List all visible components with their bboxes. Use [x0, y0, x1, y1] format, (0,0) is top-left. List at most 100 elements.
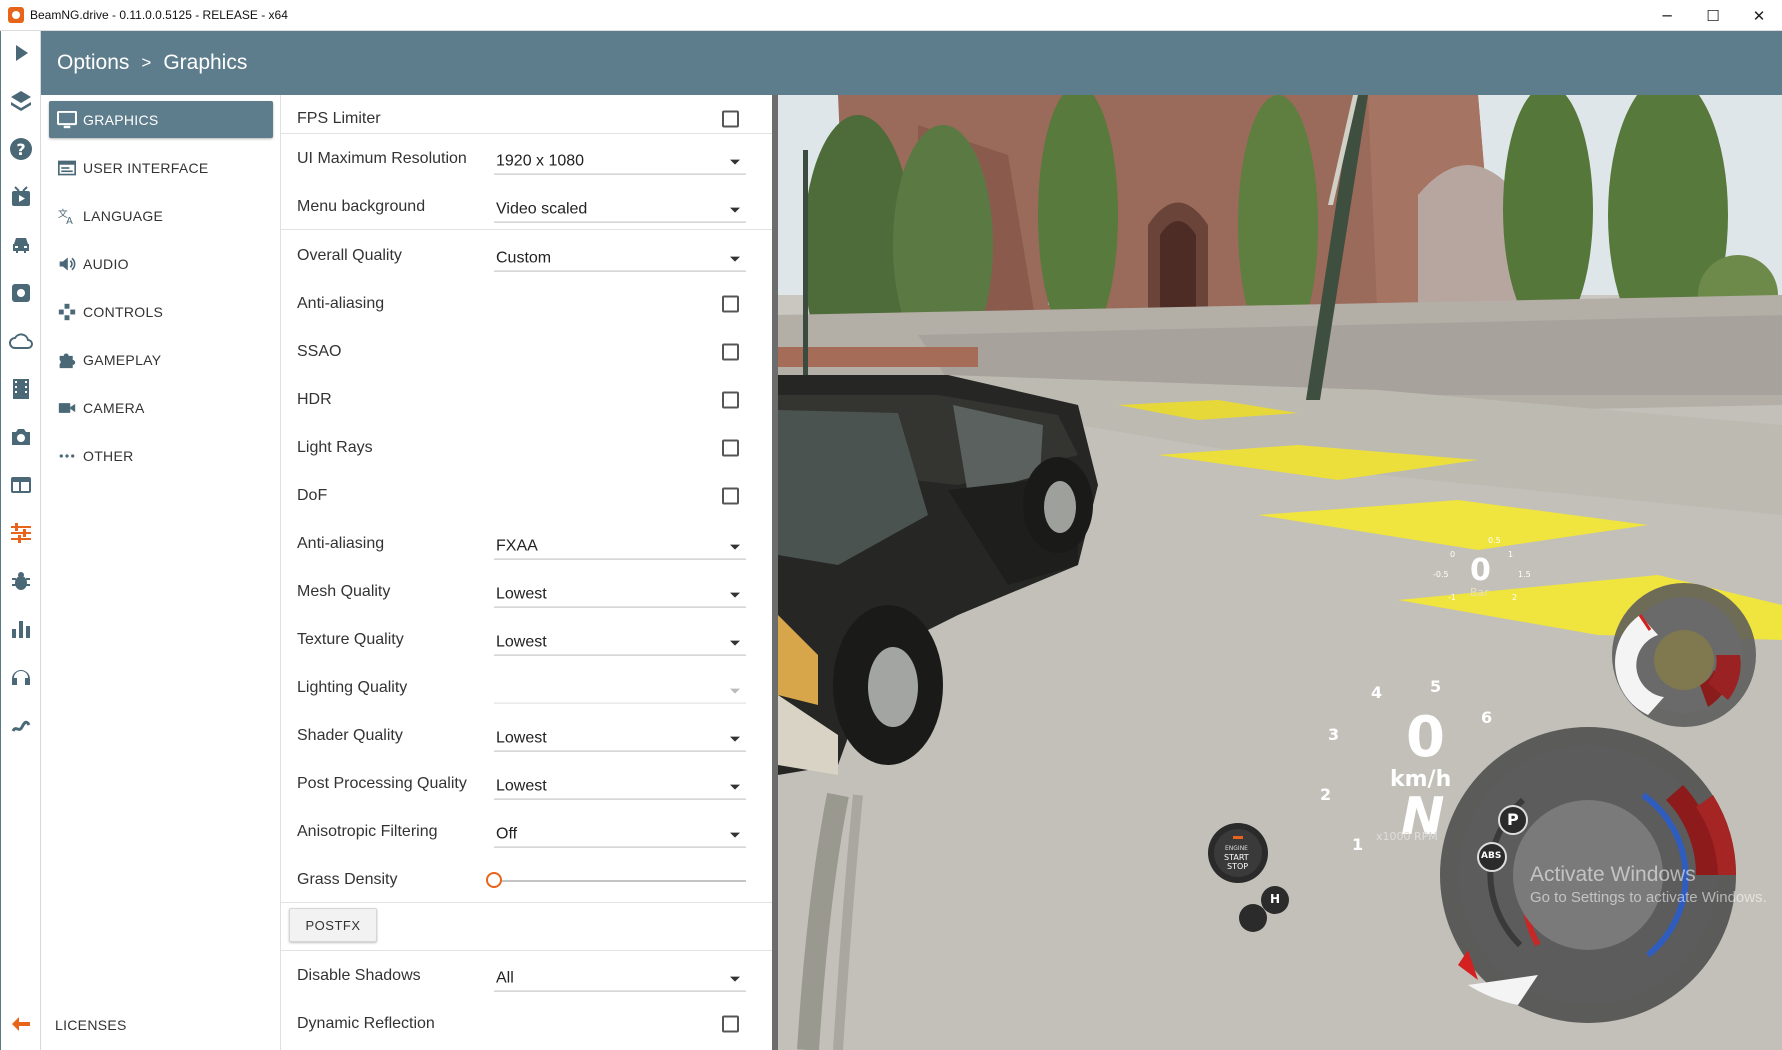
menu-background-select[interactable]: Video scaled — [494, 197, 746, 223]
setting-ui-max-resolution: UI Maximum Resolution 1920 x 1080 — [281, 135, 773, 183]
layout-icon[interactable] — [7, 471, 35, 499]
setting-label: Grass Density — [297, 871, 398, 888]
setting-light-rays: Light Rays — [281, 424, 773, 472]
setting-label: Overall Quality — [297, 247, 402, 264]
video-icon[interactable] — [7, 183, 35, 211]
gear-icon[interactable] — [7, 279, 35, 307]
film-icon[interactable] — [7, 375, 35, 403]
ssao-checkbox[interactable] — [722, 343, 739, 361]
section-divider — [281, 950, 773, 951]
anisotropic-filtering-select[interactable]: Off — [494, 822, 746, 848]
more-icon — [59, 453, 75, 458]
category-label: CONTROLS — [83, 303, 164, 320]
boost-unit: Bar — [1470, 586, 1489, 599]
maximize-button[interactable]: ☐ — [1690, 0, 1736, 31]
boost-tick: -0.5 — [1433, 570, 1449, 579]
window-controls: ─ ☐ ✕ — [1644, 0, 1782, 31]
translate-icon: 文A — [58, 207, 73, 225]
back-arrow-icon[interactable] — [7, 1010, 35, 1038]
post-processing-quality-select[interactable]: Lowest — [494, 774, 746, 800]
dropdown-arrow-icon — [730, 784, 740, 790]
setting-label: Shader Quality — [297, 727, 403, 744]
select-value: Off — [496, 825, 518, 843]
boost-tick: 0.5 — [1488, 536, 1501, 545]
setting-label: Lighting Quality — [297, 679, 408, 696]
help-icon[interactable]: ? — [7, 135, 35, 163]
svg-text:?: ? — [16, 140, 25, 159]
ui-max-resolution-select[interactable]: 1920 x 1080 — [494, 149, 746, 175]
category-language[interactable]: 文A LANGUAGE — [49, 197, 273, 234]
category-user-interface[interactable]: USER INTERFACE — [49, 149, 273, 186]
dof-checkbox[interactable] — [722, 487, 739, 505]
overall-quality-select[interactable]: Custom — [494, 246, 746, 272]
game-viewport: 0 Bar 0.5 0 1 -0.5 1.5 -1 2 0 km/h N x10… — [778, 95, 1782, 1050]
sliders-icon[interactable] — [7, 519, 35, 547]
route-icon[interactable] — [7, 711, 35, 739]
rpm-tick: 1 — [1352, 835, 1364, 854]
abs-label: ABS — [1481, 851, 1502, 861]
setting-dof: DoF — [281, 472, 773, 520]
hdr-checkbox[interactable] — [722, 391, 739, 409]
cloud-icon[interactable] — [7, 327, 35, 355]
category-graphics[interactable]: GRAPHICS — [49, 101, 273, 138]
stats-icon[interactable] — [7, 615, 35, 643]
bug-icon[interactable] — [7, 567, 35, 595]
light-rays-checkbox[interactable] — [722, 439, 739, 457]
category-gameplay[interactable]: GAMEPLAY — [49, 341, 273, 378]
licenses-link[interactable]: LICENSES — [55, 1017, 127, 1033]
category-controls[interactable]: CONTROLS — [49, 293, 273, 330]
window-icon — [58, 160, 76, 175]
dropdown-arrow-icon — [730, 592, 740, 598]
activate-windows-subtitle: Go to Settings to activate Windows. — [1530, 889, 1767, 906]
grass-density-slider-thumb[interactable] — [486, 872, 502, 888]
layers-icon[interactable] — [7, 87, 35, 115]
car-icon[interactable] — [7, 231, 35, 259]
category-camera[interactable]: CAMERA — [49, 389, 273, 426]
gamepad-icon — [58, 303, 76, 320]
play-icon[interactable] — [7, 39, 35, 67]
dynamic-reflection-checkbox[interactable] — [722, 1015, 739, 1033]
select-value: FXAA — [496, 537, 538, 555]
anti-aliasing-checkbox[interactable] — [722, 295, 739, 313]
activate-windows-title: Activate Windows — [1530, 863, 1696, 886]
setting-label: Anti-aliasing — [297, 295, 385, 312]
anti-aliasing-mode-select[interactable]: FXAA — [494, 534, 746, 560]
texture-quality-select[interactable]: Lowest — [494, 630, 746, 656]
shader-quality-select[interactable]: Lowest — [494, 726, 746, 752]
postfx-button[interactable]: POSTFX — [289, 908, 377, 942]
fps-limiter-checkbox[interactable] — [722, 110, 739, 128]
disable-shadows-select[interactable]: All — [494, 966, 746, 992]
setting-label: DoF — [297, 487, 328, 504]
select-value: Lowest — [496, 585, 547, 603]
breadcrumb-graphics: Graphics — [163, 51, 248, 74]
category-label: USER INTERFACE — [83, 159, 209, 176]
section-divider — [281, 133, 773, 134]
category-label: OTHER — [83, 447, 134, 464]
grass-density-slider-track[interactable] — [496, 880, 746, 882]
category-audio[interactable]: AUDIO — [49, 245, 273, 282]
category-label: CAMERA — [83, 399, 145, 416]
mesh-quality-select[interactable]: Lowest — [494, 582, 746, 608]
lighting-quality-select[interactable] — [494, 678, 746, 704]
dropdown-arrow-icon — [730, 976, 740, 982]
setting-label: Texture Quality — [297, 631, 404, 648]
dropdown-arrow-icon — [730, 688, 740, 694]
category-other[interactable]: OTHER — [49, 437, 273, 474]
setting-anisotropic-filtering: Anisotropic Filtering Off — [281, 808, 773, 856]
close-button[interactable]: ✕ — [1736, 0, 1782, 31]
rpm-tick: 5 — [1430, 677, 1442, 696]
select-value: 1920 x 1080 — [496, 152, 585, 170]
game-scene — [778, 95, 1782, 1050]
breadcrumb-options[interactable]: Options — [57, 51, 129, 75]
camera-icon[interactable] — [7, 423, 35, 451]
graphics-settings-panel: FPS Limiter UI Maximum Resolution 1920 x… — [281, 95, 773, 1050]
minimize-button[interactable]: ─ — [1644, 0, 1690, 31]
rpm-tick: 4 — [1371, 683, 1383, 702]
speaker-icon — [59, 256, 76, 271]
setting-ssao: SSAO — [281, 328, 773, 376]
headset-icon[interactable] — [7, 663, 35, 691]
setting-post-processing-quality: Post Processing Quality Lowest — [281, 760, 773, 808]
setting-label: FPS Limiter — [297, 110, 381, 127]
setting-label: Anisotropic Filtering — [297, 823, 438, 840]
dropdown-arrow-icon — [730, 207, 740, 213]
